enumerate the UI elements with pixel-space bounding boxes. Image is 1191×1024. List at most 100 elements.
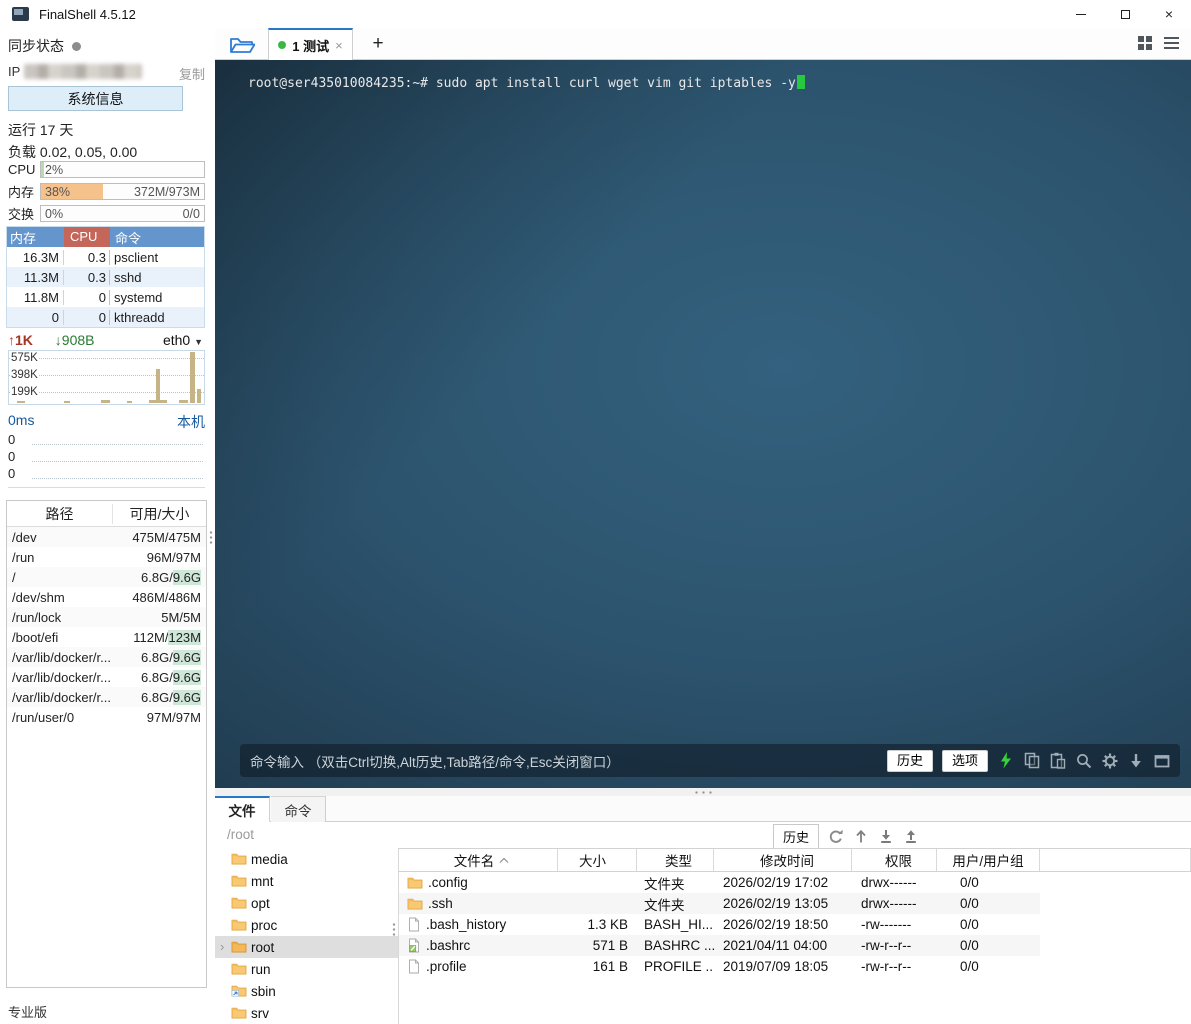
file-row-ssh[interactable]: .ssh 文件夹 2026/02/19 13:05 drwx------ 0/0 — [399, 893, 1191, 914]
system-info-button[interactable]: 系统信息 — [8, 86, 183, 111]
header-filename[interactable]: 文件名 — [399, 849, 558, 871]
sidebar: 同步状态 IP 复制 系统信息 运行 17 天 负载 0.02, 0.05, 0… — [0, 28, 215, 1024]
file-row-config[interactable]: .config 文件夹 2026/02/19 17:02 drwx------ … — [399, 872, 1191, 893]
close-button[interactable]: × — [1147, 0, 1191, 28]
disk-row: /run/lock5M/5M — [7, 607, 206, 627]
cpu-meter-row: CPU 2% — [8, 161, 205, 178]
network-traffic-graph: 575K 398K 199K — [8, 350, 205, 405]
scroll-down-icon[interactable] — [1127, 752, 1144, 769]
file-row-bash-history[interactable]: .bash_history 1.3 KB BASH_HI... 2026/02/… — [399, 914, 1191, 935]
copy-ip-button[interactable]: 复制 — [179, 64, 205, 83]
window-mode-icon[interactable] — [1153, 752, 1170, 769]
header-size[interactable]: 大小 — [558, 849, 637, 871]
disk-row: /dev/shm486M/486M — [7, 587, 206, 607]
memory-meter-row: 内存 38% 372M/973M — [8, 183, 205, 200]
disk-row: /6.8G/9.6G — [7, 567, 206, 587]
memory-percent-text: 38% — [45, 185, 70, 199]
header-mtime[interactable]: 修改时间 — [714, 849, 852, 871]
graph-tick: 199K — [11, 387, 38, 398]
disk-header-size[interactable]: 可用/大小 — [113, 504, 206, 524]
tree-item-opt[interactable]: opt — [215, 892, 398, 914]
process-mem: 16.3M — [7, 250, 64, 265]
gear-icon[interactable] — [1101, 752, 1118, 769]
file-row-profile[interactable]: .profile 161 B PROFILE ... 2019/07/09 18… — [399, 956, 1191, 977]
process-header-mem[interactable]: 内存 — [7, 228, 64, 247]
header-type[interactable]: 类型 — [637, 849, 714, 871]
session-tab[interactable]: 1 测试 × — [268, 28, 353, 60]
network-interface-select[interactable]: eth0 ▼ — [163, 332, 203, 348]
disk-header-path[interactable]: 路径 — [7, 504, 113, 524]
open-connection-folder-icon[interactable] — [229, 35, 255, 55]
parent-directory-icon[interactable] — [853, 829, 869, 845]
tree-item-srv[interactable]: srv — [215, 1002, 398, 1024]
ping-row: 0 — [8, 449, 205, 466]
ping-row: 0 — [8, 466, 205, 483]
terminal[interactable]: root@ser435010084235:~# sudo apt install… — [215, 60, 1191, 788]
maximize-button[interactable] — [1103, 0, 1147, 28]
header-owner[interactable]: 用户/用户组 — [937, 849, 1040, 871]
maximize-icon — [1121, 10, 1130, 19]
options-button[interactable]: 选项 — [942, 750, 988, 772]
minimize-button[interactable] — [1059, 0, 1103, 28]
expand-chevron-icon[interactable]: › — [220, 939, 224, 954]
upload-icon[interactable] — [903, 829, 919, 845]
process-cmd: psclient — [110, 250, 204, 265]
memory-progress-bar: 38% 372M/973M — [40, 183, 205, 200]
swap-meter-row: 交换 0% 0/0 — [8, 205, 205, 222]
horizontal-splitter[interactable] — [215, 788, 1191, 796]
tab-files[interactable]: 文件 — [215, 796, 270, 822]
tree-item-run[interactable]: run — [215, 958, 398, 980]
swap-progress-bar: 0% 0/0 — [40, 205, 205, 222]
tree-item-media[interactable]: media — [215, 848, 398, 870]
terminal-prompt-line: root@ser435010084235:~# sudo apt install… — [248, 75, 805, 91]
download-icon[interactable] — [878, 829, 894, 845]
session-tab-bar: 1 测试 × + — [215, 28, 1191, 60]
tree-item-sbin[interactable]: sbin — [215, 980, 398, 1002]
file-toolbar: /root 历史 — [215, 822, 1191, 848]
process-table-header: 内存 CPU 命令 — [7, 227, 204, 247]
search-icon[interactable] — [1075, 752, 1092, 769]
process-mem: 11.8M — [7, 290, 64, 305]
header-permissions[interactable]: 权限 — [852, 849, 937, 871]
process-row: 11.8M 0 systemd — [7, 287, 204, 307]
menu-icon[interactable] — [1164, 37, 1179, 49]
command-input-bar[interactable]: 命令输入 （双击Ctrl切换,Alt历史,Tab路径/命令,Esc关闭窗口） 历… — [240, 744, 1180, 777]
paste-icon[interactable] — [1049, 752, 1066, 769]
tree-drag-handle[interactable] — [392, 922, 396, 938]
cpu-percent-text: 2% — [45, 163, 63, 177]
graph-tick: 575K — [11, 353, 38, 364]
process-mem: 11.3M — [7, 270, 64, 285]
bottom-tab-bar: 文件 命令 — [215, 796, 1191, 822]
edition-label: 专业版 — [8, 1002, 47, 1021]
swap-label: 交换 — [8, 204, 40, 223]
graph-tick: 398K — [11, 370, 38, 381]
swap-percent-text: 0% — [45, 207, 63, 221]
tree-item-root[interactable]: ›root — [215, 936, 398, 958]
layout-grid-icon[interactable] — [1138, 36, 1152, 50]
ping-panel: 0ms 本机 0 0 0 — [8, 412, 205, 488]
process-header-cpu[interactable]: CPU — [64, 227, 110, 247]
process-table: 内存 CPU 命令 16.3M 0.3 psclient 11.3M 0.3 s… — [6, 226, 205, 328]
tab-close-icon[interactable]: × — [335, 38, 343, 53]
tab-commands[interactable]: 命令 — [271, 796, 326, 822]
network-download: ↓908B — [55, 332, 95, 348]
file-row-bashrc[interactable]: .bashrc 571 B BASHRC ... 2021/04/11 04:0… — [399, 935, 1191, 956]
copy-icon[interactable] — [1023, 752, 1040, 769]
quick-command-bolt-icon[interactable] — [997, 752, 1014, 769]
history-button[interactable]: 历史 — [887, 750, 933, 772]
tree-item-mnt[interactable]: mnt — [215, 870, 398, 892]
path-history-button[interactable]: 历史 — [773, 824, 819, 849]
tree-item-proc[interactable]: proc — [215, 914, 398, 936]
traffic-spike — [190, 352, 195, 403]
up-arrow-icon: ↑ — [8, 332, 15, 348]
path-input[interactable]: /root — [227, 827, 254, 842]
add-tab-button[interactable]: + — [365, 30, 391, 58]
process-cpu: 0.3 — [64, 270, 110, 285]
refresh-icon[interactable] — [828, 829, 844, 845]
ping-latency: 0ms — [8, 412, 34, 432]
splitter-drag-handle[interactable] — [693, 791, 713, 794]
cpu-progress-bar: 2% — [40, 161, 205, 178]
process-cpu: 0 — [64, 310, 110, 325]
panel-drag-handle[interactable] — [209, 530, 213, 546]
process-header-cmd[interactable]: 命令 — [110, 228, 204, 247]
